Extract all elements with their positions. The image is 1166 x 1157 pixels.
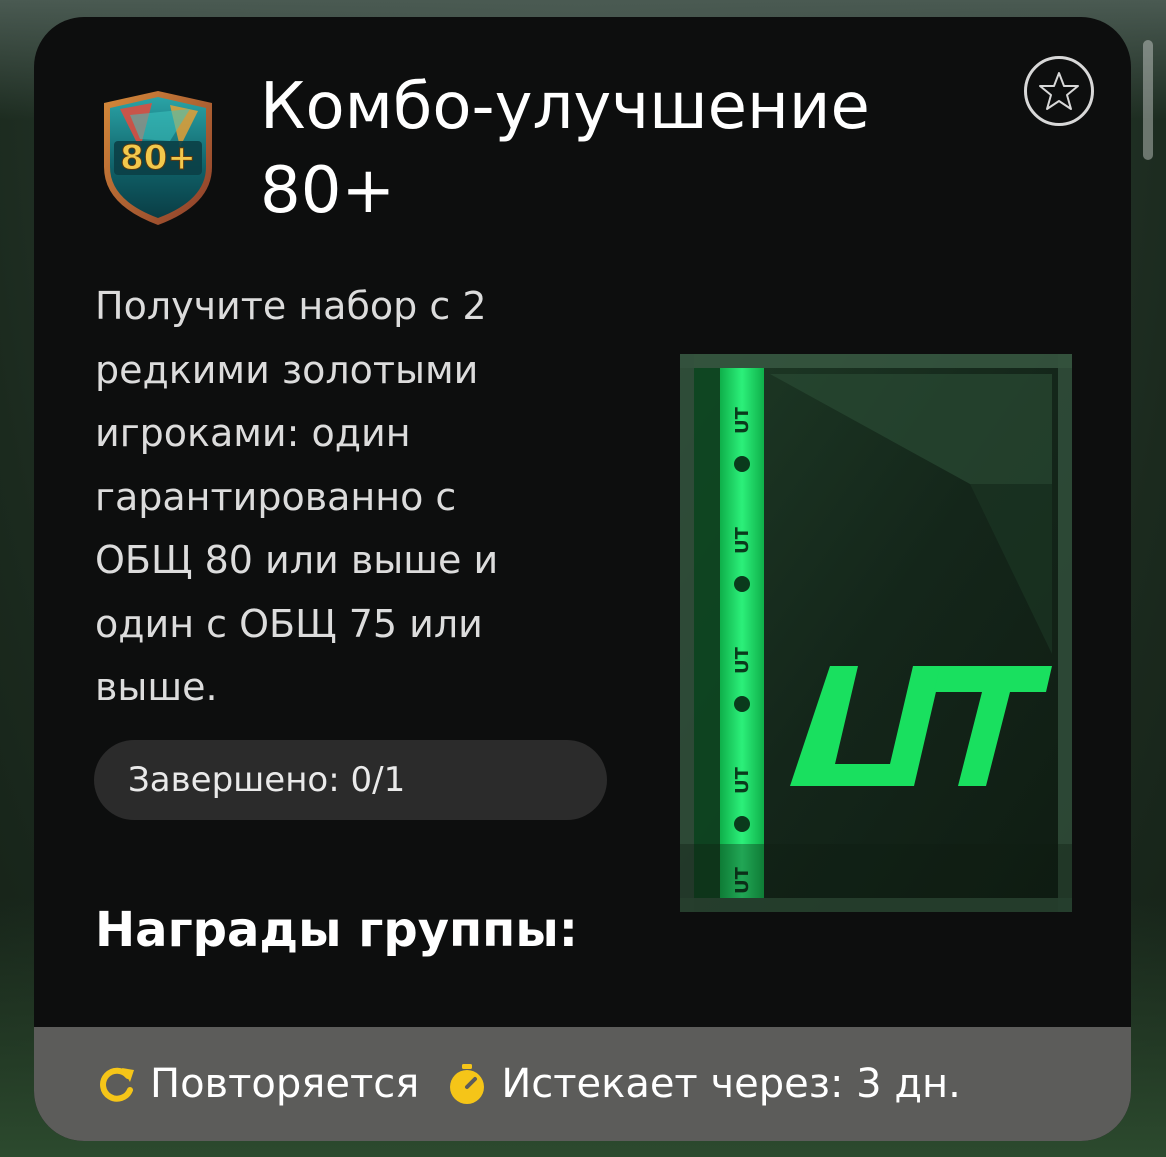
expiry-info: Истекает через: 3 дн.	[445, 1061, 961, 1107]
star-outline-icon	[1039, 72, 1079, 110]
card-footer: Повторяется Истекает через: 3 дн.	[34, 1027, 1131, 1141]
progress-status: Завершено: 0/1	[94, 740, 607, 820]
objective-card[interactable]: 80+ Комбо-улучшение 80+ Получите набор с…	[34, 17, 1131, 1141]
scrollbar[interactable]	[1143, 40, 1153, 160]
repeat-info: Повторяется	[94, 1061, 419, 1107]
repeat-label: Повторяется	[150, 1061, 420, 1107]
objective-description: Получите набор с 2 редкими золотыми игро…	[95, 284, 499, 709]
svg-text:UT: UT	[732, 406, 753, 434]
refresh-icon	[94, 1062, 138, 1106]
reward-pack-image[interactable]: UT UT UT UT UT	[680, 354, 1072, 912]
svg-text:UT: UT	[732, 766, 753, 794]
svg-text:UT: UT	[732, 526, 753, 554]
expires-label: Истекает через: 3 дн.	[501, 1061, 961, 1107]
rewards-heading: Награды группы:	[95, 902, 578, 958]
objective-badge-icon: 80+	[104, 91, 212, 225]
progress-label: Завершено: 0/1	[128, 760, 406, 800]
stopwatch-icon	[445, 1062, 489, 1106]
svg-text:UT: UT	[732, 646, 753, 674]
badge-text: 80+	[120, 138, 196, 178]
objective-title: Комбо-улучшение 80+	[260, 70, 870, 228]
favorite-button[interactable]	[1024, 56, 1094, 126]
